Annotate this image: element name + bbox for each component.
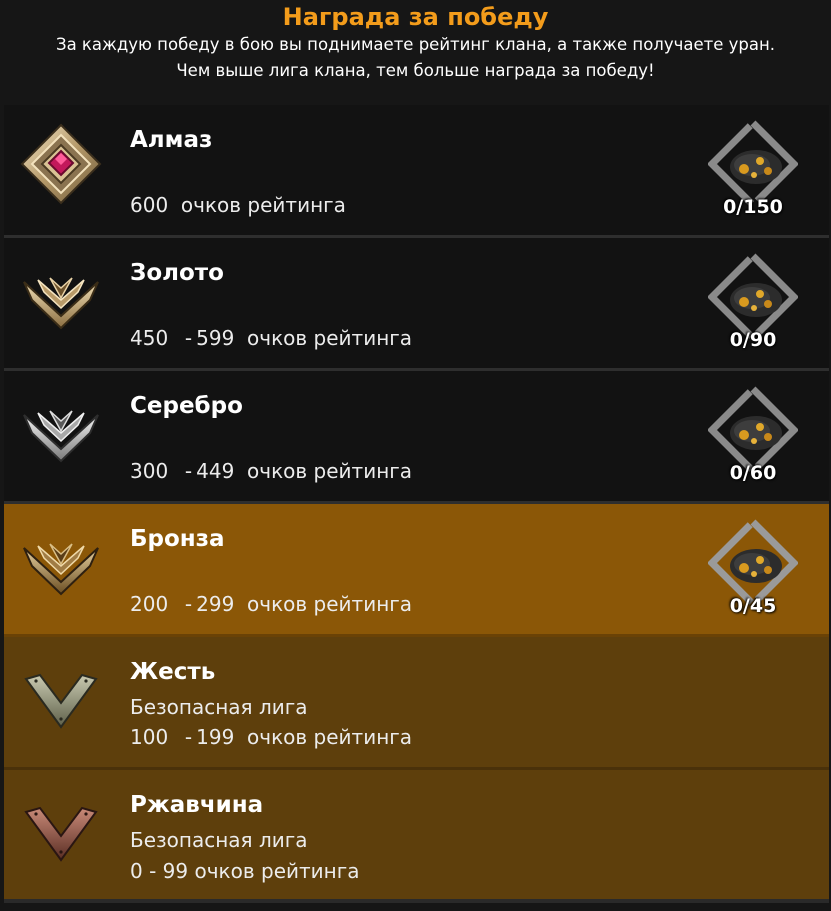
league-name: Ржавчина [130,792,264,818]
rating-to: 99 [162,859,189,883]
uranium-reward: 0/60 [708,385,798,485]
uranium-reward: 0/90 [708,252,798,352]
rating-from: 300 [130,459,169,483]
rating-from: 0 [130,859,143,883]
league-name: Серебро [130,393,243,419]
league-row-bronze[interactable]: Бронза 200 -299 очков рейтинга 0/45 [4,504,829,637]
league-list: Алмаз 600 очков рейтинга 0/150 Золото 45… [4,105,829,903]
rating-to: 449 [196,459,235,483]
description-line-2: Чем выше лига клана, тем больше награда … [176,61,655,80]
league-row-tin[interactable]: Жесть Безопасная лига 100 -199 очков рей… [4,637,829,770]
safe-league-label: Безопасная лига [130,695,308,719]
rust-league-icon [20,788,102,870]
reward-count: 0/90 [729,329,777,351]
rating-from: 450 [130,326,169,350]
reward-count: 0/150 [723,196,783,218]
rating-suffix: очков рейтинга [247,326,413,350]
uranium-reward: 0/45 [708,518,798,618]
rating-suffix: очков рейтинга [180,193,346,217]
description-line-1: За каждую победу в бою вы поднимаете рей… [56,35,775,54]
rating-from: 100 [130,725,169,749]
header: Награда за победу За каждую победу в бою… [0,0,831,104]
league-row-gold[interactable]: Золото 450 -599 очков рейтинга 0/90 [4,238,829,371]
silver-league-icon [20,389,102,471]
league-rating: 600 очков рейтинга [130,193,346,217]
rating-to: 299 [196,592,235,616]
rating-from: 600 [130,193,169,217]
rating-to: 599 [196,326,235,350]
league-rating: 0 - 99 очков рейтинга [130,859,360,883]
league-name: Золото [130,260,224,286]
page-title: Награда за победу [282,3,549,31]
bronze-league-icon [20,522,102,604]
league-rating: 300 -449 очков рейтинга [130,459,413,483]
gold-league-icon [20,256,102,338]
rating-from: 200 [130,592,169,616]
league-name: Жесть [130,659,216,685]
safe-league-label: Безопасная лига [130,828,308,852]
rating-to: 199 [196,725,235,749]
rating-suffix: очков рейтинга [247,459,413,483]
league-rating: 450 -599 очков рейтинга [130,326,413,350]
league-row-rust[interactable]: Ржавчина Безопасная лига 0 - 99 очков ре… [4,770,829,903]
league-name: Бронза [130,526,225,552]
league-row-silver[interactable]: Серебро 300 -449 очков рейтинга 0/60 [4,371,829,504]
league-name: Алмаз [130,127,213,153]
rating-suffix: очков рейтинга [247,725,413,749]
uranium-reward: 0/150 [708,119,798,219]
reward-count: 0/60 [729,462,777,484]
tin-league-icon [20,655,102,737]
diamond-league-icon [20,123,102,205]
league-row-diamond[interactable]: Алмаз 600 очков рейтинга 0/150 [4,105,829,238]
rating-suffix: очков рейтинга [194,859,360,883]
rating-suffix: очков рейтинга [247,592,413,616]
league-rating: 100 -199 очков рейтинга [130,725,413,749]
reward-count: 0/45 [729,595,777,617]
league-rating: 200 -299 очков рейтинга [130,592,413,616]
league-rewards-panel: Награда за победу За каждую победу в бою… [0,0,831,911]
